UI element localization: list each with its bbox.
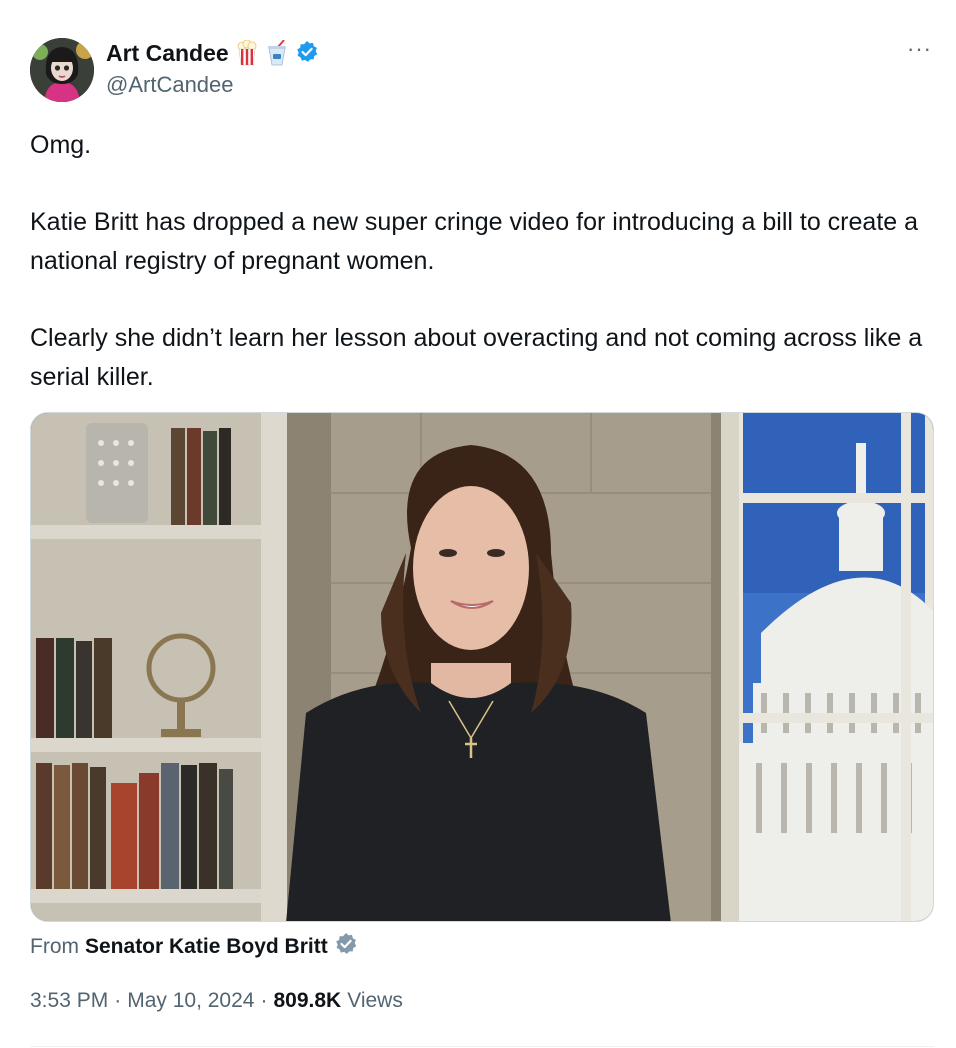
meta-separator: · — [114, 989, 122, 1012]
views-label: Views — [347, 989, 403, 1012]
author-name-row: Art Candee — [106, 38, 319, 68]
author-handle[interactable]: @ArtCandee — [106, 72, 234, 98]
video-thumbnail — [31, 413, 933, 921]
tweet-text: Omg. Katie Britt has dropped a new super… — [30, 126, 930, 397]
verified-gray-badge-icon — [334, 932, 358, 962]
tweet-meta: 3:53 PM · May 10, 2024 · 809.8K Views — [30, 989, 403, 1013]
verified-badge-icon[interactable] — [295, 40, 319, 66]
media-source-name[interactable]: Senator Katie Boyd Britt — [85, 935, 328, 959]
media-source-prefix: From — [30, 935, 79, 958]
tweet-video[interactable] — [30, 412, 934, 922]
tweet-paragraph: Omg. — [30, 131, 92, 159]
more-options-icon[interactable]: ··· — [907, 38, 932, 60]
views-count: 809.8K — [273, 989, 342, 1012]
popcorn-icon — [235, 39, 259, 66]
tweet-date[interactable]: May 10, 2024 — [127, 989, 254, 1013]
author-avatar[interactable] — [30, 38, 94, 102]
tweet-paragraph: Clearly she didn’t learn her lesson abou… — [30, 324, 923, 391]
meta-separator: · — [260, 989, 268, 1012]
tweet-time[interactable]: 3:53 PM — [30, 989, 108, 1013]
tweet-card: Art Candee @ArtCandee ··· Omg. Katie Bri… — [0, 0, 956, 1048]
cup-with-straw-icon — [265, 39, 289, 66]
author-display-name[interactable]: Art Candee — [106, 40, 229, 67]
tweet-paragraph: Katie Britt has dropped a new super crin… — [30, 208, 919, 275]
media-source: From Senator Katie Boyd Britt — [30, 932, 358, 962]
divider — [30, 1046, 934, 1047]
